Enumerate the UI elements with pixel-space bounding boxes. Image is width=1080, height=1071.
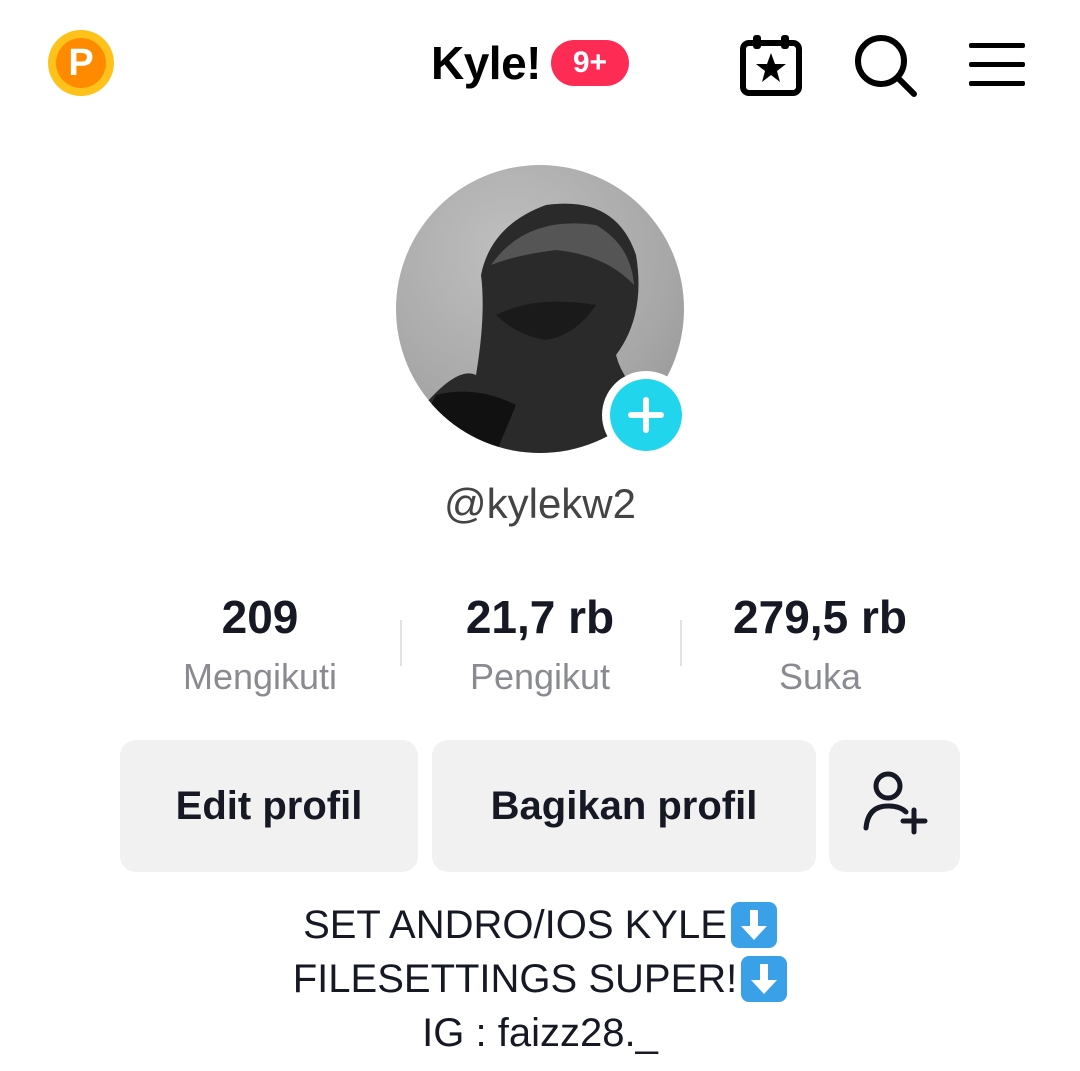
share-profile-button[interactable]: Bagikan profil — [432, 740, 816, 872]
menu-icon[interactable] — [962, 30, 1032, 100]
down-arrow-icon — [730, 902, 777, 948]
add-friend-button[interactable] — [829, 740, 960, 872]
bio-text: FILESETTINGS SUPER! — [292, 957, 738, 1001]
bio-text: SET ANDRO/IOS KYLE — [303, 903, 727, 947]
stat-followers[interactable]: 21,7 rb Pengikut — [400, 588, 680, 698]
stat-likes[interactable]: 279,5 rb Suka — [680, 588, 960, 698]
bio-line: FILESETTINGS SUPER! — [0, 952, 1080, 1006]
avatar-container — [396, 165, 690, 459]
stat-value: 279,5 rb — [733, 591, 907, 643]
notification-badge: 9+ — [550, 40, 629, 86]
bio-line: SET ANDRO/IOS KYLE — [0, 898, 1080, 952]
add-avatar-button[interactable] — [602, 371, 690, 459]
profile-bio: SET ANDRO/IOS KYLE FILESETTINGS SUPER! I… — [0, 898, 1080, 1060]
profile-stats: 209 Mengikuti 21,7 rb Pengikut 279,5 rb … — [120, 588, 960, 698]
calendar-star-icon[interactable] — [736, 30, 806, 100]
down-arrow-icon — [741, 956, 788, 1002]
add-person-icon — [860, 766, 930, 846]
stat-value: 209 — [221, 591, 299, 643]
profile-handle: @kylekw2 — [443, 480, 636, 527]
bio-line: IG : faizz28._ — [0, 1006, 1080, 1060]
stat-value: 21,7 rb — [465, 591, 615, 643]
stat-label: Suka — [778, 656, 862, 697]
profile-page: P Kyle! 9+ @kylekw2 209 Mengikuti 21,7 r… — [0, 0, 1080, 1071]
edit-profile-button[interactable]: Edit profil — [120, 740, 418, 872]
plus-icon — [610, 379, 682, 451]
stat-label: Mengikuti — [182, 656, 338, 697]
page-title: Kyle! — [431, 37, 541, 89]
stat-following[interactable]: 209 Mengikuti — [120, 588, 400, 698]
search-icon[interactable] — [850, 30, 920, 100]
stat-label: Pengikut — [469, 656, 611, 697]
bio-text: IG : faizz28._ — [422, 1011, 658, 1055]
